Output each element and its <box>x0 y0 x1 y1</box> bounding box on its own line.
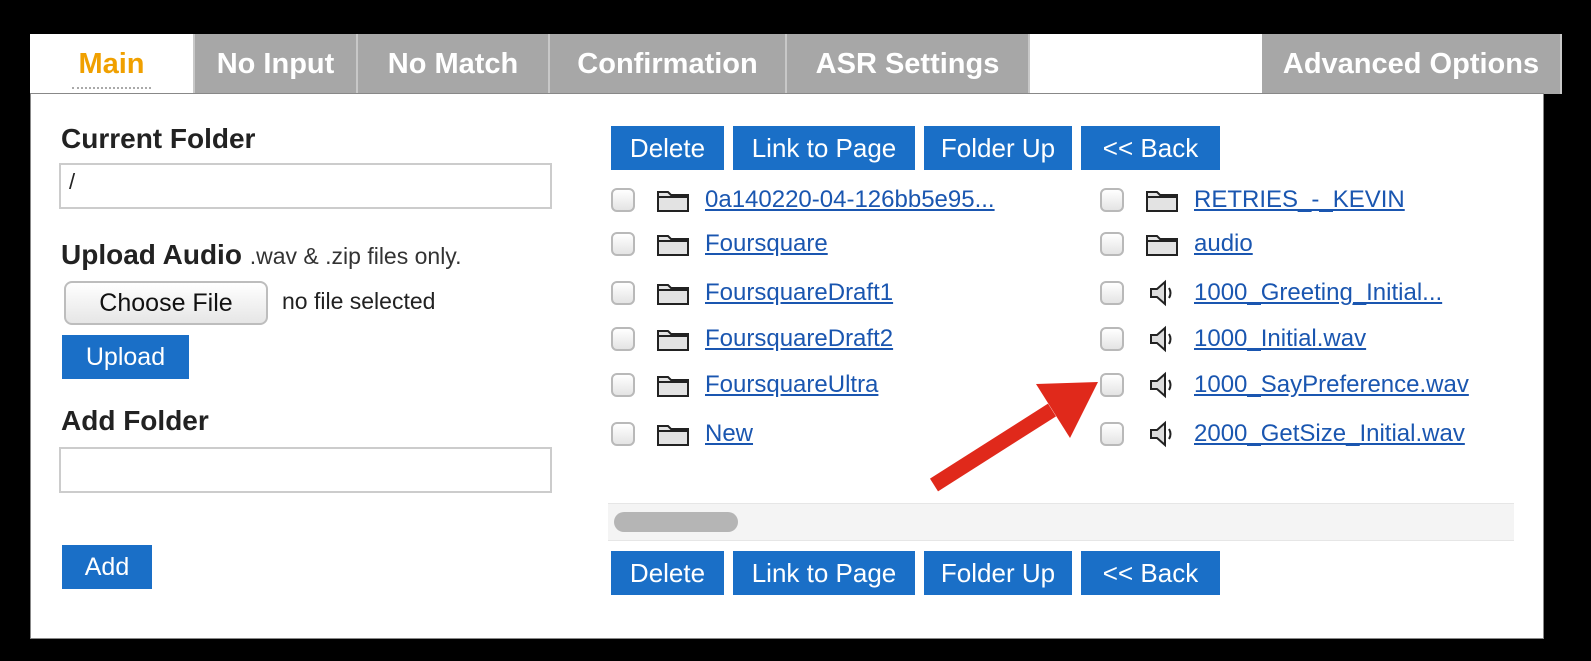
red-arrow-annotation <box>929 382 1098 492</box>
scrollbar-thumb[interactable] <box>614 512 738 532</box>
tab-advanced-options[interactable]: Advanced Options <box>1262 34 1562 94</box>
item-checkbox[interactable] <box>611 373 635 397</box>
file-link[interactable]: 0a140220-04-126bb5e95... <box>705 186 995 214</box>
current-folder-value: / <box>69 169 76 194</box>
add-folder-button[interactable]: Add <box>62 545 152 589</box>
file-link[interactable]: 1000_Greeting_Initial... <box>1194 279 1442 307</box>
file-link[interactable]: 2000_GetSize_Initial.wav <box>1194 420 1465 448</box>
tab-main[interactable]: Main <box>30 34 195 94</box>
folder-icon <box>1144 186 1180 214</box>
delete-button-top[interactable]: Delete <box>611 126 724 170</box>
file-link[interactable]: audio <box>1194 230 1253 258</box>
file-link[interactable]: Foursquare <box>705 230 828 258</box>
back-button-bottom[interactable]: << Back <box>1081 551 1220 595</box>
folder-icon <box>655 186 691 214</box>
file-link[interactable]: RETRIES_-_KEVIN <box>1194 186 1405 214</box>
delete-button-bottom[interactable]: Delete <box>611 551 724 595</box>
file-link[interactable]: 1000_SayPreference.wav <box>1194 371 1469 399</box>
speaker-icon <box>1144 371 1180 399</box>
list-item[interactable]: 1000_Greeting_Initial... <box>1100 273 1442 313</box>
list-item[interactable]: audio <box>1100 224 1253 264</box>
add-folder-input[interactable] <box>59 447 552 493</box>
file-link[interactable]: FoursquareDraft1 <box>705 279 893 307</box>
tab-no-match[interactable]: No Match <box>358 34 550 94</box>
folder-icon <box>655 230 691 258</box>
item-checkbox[interactable] <box>611 422 635 446</box>
tab-no-input[interactable]: No Input <box>195 34 358 94</box>
speaker-icon <box>1144 420 1180 448</box>
list-item[interactable]: 1000_Initial.wav <box>1100 319 1366 359</box>
item-checkbox[interactable] <box>1100 327 1124 351</box>
folder-icon <box>655 371 691 399</box>
item-checkbox[interactable] <box>1100 281 1124 305</box>
folder-icon <box>655 325 691 353</box>
tab-advanced-options-label: Advanced Options <box>1282 47 1540 80</box>
folder-icon <box>1144 230 1180 258</box>
current-folder-label: Current Folder <box>61 123 256 154</box>
speaker-icon <box>1144 325 1180 353</box>
list-item[interactable]: 0a140220-04-126bb5e95... <box>611 180 995 220</box>
list-item[interactable]: FoursquareDraft1 <box>611 273 893 313</box>
folder-icon <box>655 279 691 307</box>
folder-icon <box>655 420 691 448</box>
choose-file-button[interactable]: Choose File <box>64 281 268 325</box>
file-list-right-column: RETRIES_-_KEVIN audio 1000_Greeting_Init… <box>1090 175 1515 475</box>
file-link[interactable]: New <box>705 420 753 448</box>
file-link[interactable]: FoursquareDraft2 <box>705 325 893 353</box>
tab-no-match-label: No Match <box>387 47 519 80</box>
item-checkbox[interactable] <box>611 327 635 351</box>
list-item[interactable]: FoursquareDraft2 <box>611 319 893 359</box>
folder-up-button-top[interactable]: Folder Up <box>924 126 1072 170</box>
list-item[interactable]: 2000_GetSize_Initial.wav <box>1100 414 1465 454</box>
file-link[interactable]: 1000_Initial.wav <box>1194 325 1366 353</box>
tab-asr-settings[interactable]: ASR Settings <box>787 34 1030 94</box>
list-item[interactable]: New <box>611 414 753 454</box>
list-item[interactable]: Foursquare <box>611 224 828 264</box>
speaker-icon <box>1144 279 1180 307</box>
tab-asr-settings-label: ASR Settings <box>815 47 1000 80</box>
link-to-page-button-bottom[interactable]: Link to Page <box>733 551 915 595</box>
tab-confirmation-label: Confirmation <box>577 47 758 80</box>
tab-main-label: Main <box>72 48 151 89</box>
upload-audio-hint: .wav & .zip files only. <box>249 243 462 269</box>
tab-confirmation[interactable]: Confirmation <box>550 34 787 94</box>
no-file-selected-text: no file selected <box>282 288 436 314</box>
folder-up-button-bottom[interactable]: Folder Up <box>924 551 1072 595</box>
item-checkbox[interactable] <box>611 281 635 305</box>
add-folder-label: Add Folder <box>61 405 209 436</box>
current-folder-field[interactable]: / <box>59 163 552 209</box>
tab-bar-spacer <box>1030 34 1262 94</box>
upload-button[interactable]: Upload <box>62 335 189 379</box>
list-item[interactable]: 1000_SayPreference.wav <box>1100 365 1469 405</box>
link-to-page-button-top[interactable]: Link to Page <box>733 126 915 170</box>
item-checkbox[interactable] <box>611 232 635 256</box>
horizontal-scrollbar[interactable] <box>608 503 1514 541</box>
item-checkbox[interactable] <box>1100 188 1124 212</box>
file-link[interactable]: FoursquareUltra <box>705 371 878 399</box>
upload-audio-label: Upload Audio .wav & .zip files only. <box>61 239 461 271</box>
list-item[interactable]: FoursquareUltra <box>611 365 878 405</box>
back-button-top[interactable]: << Back <box>1081 126 1220 170</box>
item-checkbox[interactable] <box>1100 232 1124 256</box>
tab-no-input-label: No Input <box>216 47 335 80</box>
item-checkbox[interactable] <box>611 188 635 212</box>
list-item[interactable]: RETRIES_-_KEVIN <box>1100 180 1405 220</box>
upload-audio-title: Upload Audio <box>61 239 242 270</box>
